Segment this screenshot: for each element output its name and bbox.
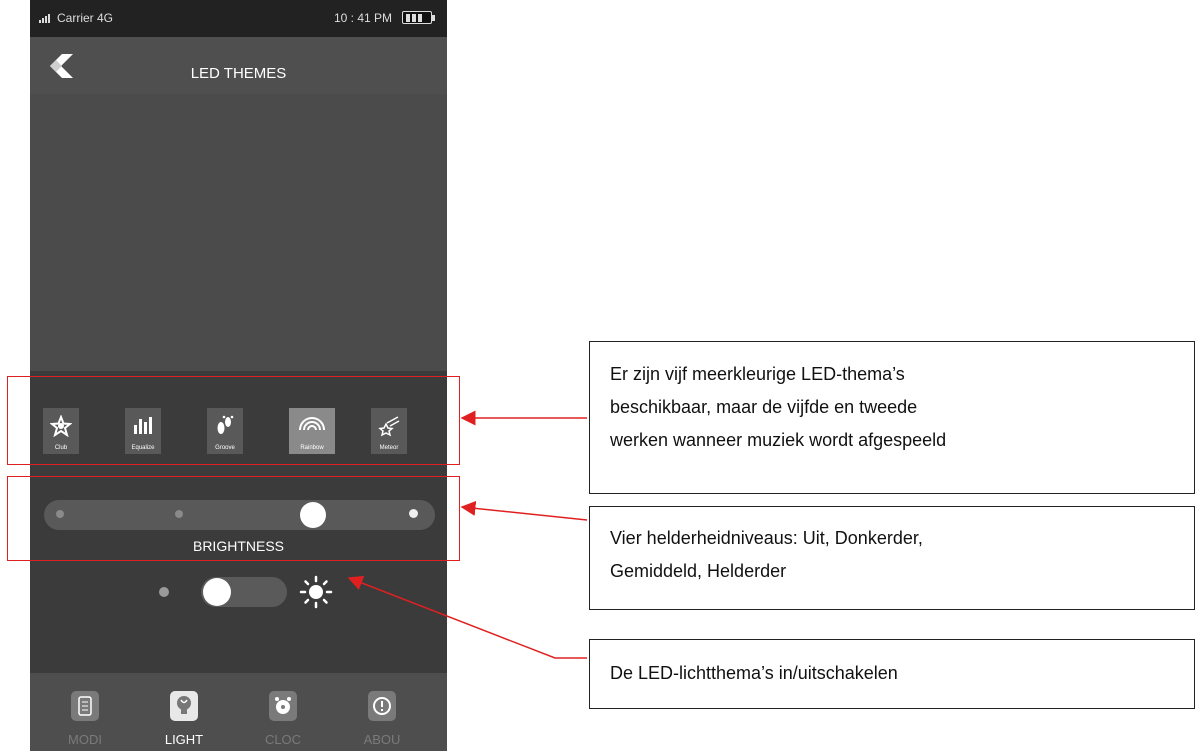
callout-line: De LED-lichtthema’s in/uitschakelen <box>610 663 898 683</box>
themes-callout: Er zijn vijf meerkleurige LED-thema’s be… <box>589 341 1195 494</box>
brightness-arrow <box>460 500 588 521</box>
callout-line: Vier helderheidniveaus: Uit, Donkerder, <box>610 528 923 548</box>
callout-line: Gemiddeld, Helderder <box>610 561 787 581</box>
callout-line: beschikbaar, maar de vijfde en tweede <box>610 397 918 417</box>
toggle-callout: De LED-lichtthema’s in/uitschakelen <box>589 639 1195 709</box>
callout-line: werken wanneer muziek wordt afgespeeld <box>610 430 947 450</box>
toggle-arrow <box>347 575 587 659</box>
brightness-callout: Vier helderheidniveaus: Uit, Donkerder, … <box>589 506 1195 610</box>
callout-line: Er zijn vijf meerkleurige LED-thema’s <box>610 364 905 384</box>
